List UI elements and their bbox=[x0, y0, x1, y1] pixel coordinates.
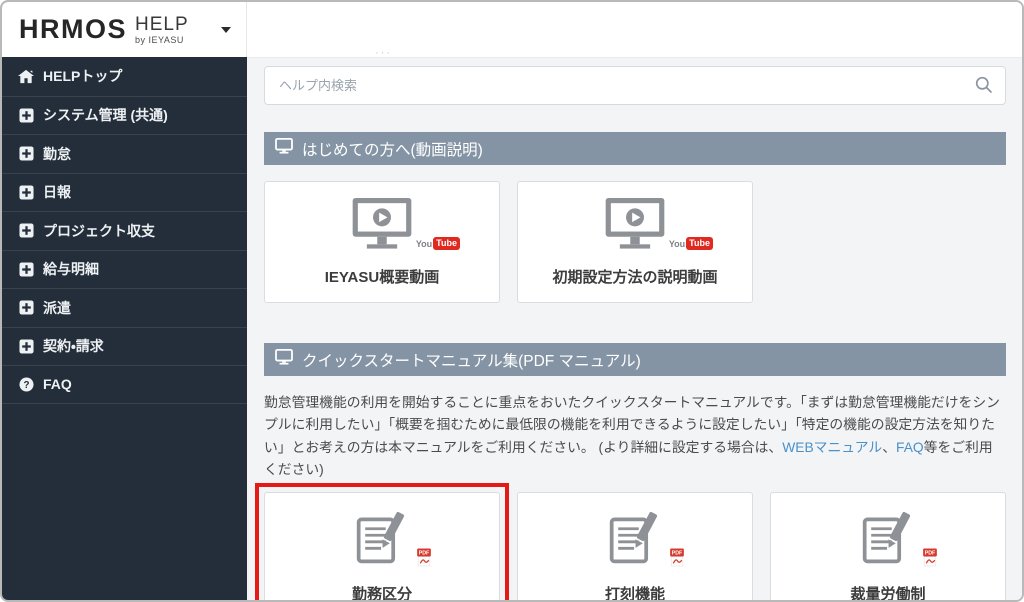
youtube-logo: You Tube bbox=[416, 237, 460, 250]
manual-card-label: 勤務区分 bbox=[351, 586, 412, 600]
manual-card-cell: PDF 勤務区分 bbox=[255, 483, 509, 600]
web-manual-link[interactable]: WEBマニュアル bbox=[782, 440, 882, 455]
faq-link[interactable]: FAQ bbox=[896, 440, 924, 455]
sidebar-item-label: 契約・請求 bbox=[43, 338, 104, 355]
video-card-grid: You Tube IEYASU概要動画 You Tube 初期設定方法の説明動画 bbox=[264, 181, 1006, 303]
manual-card-time-stamp[interactable]: PDF 打刻機能 bbox=[517, 492, 753, 600]
sidebar-item-faq[interactable]: ? FAQ bbox=[2, 365, 247, 404]
sidebar-item-label: 派遣 bbox=[43, 299, 71, 316]
youtube-logo: You Tube bbox=[669, 237, 713, 250]
sidebar-item-project-balance[interactable]: プロジェクト収支 bbox=[2, 211, 247, 250]
manual-card-cell: PDF 打刻機能 bbox=[517, 492, 753, 600]
video-card-label: 初期設定方法の説明動画 bbox=[552, 269, 718, 286]
manual-card-grid: PDF 勤務区分 PDF 打刻機能 PDF 裁量労働制 bbox=[255, 483, 1006, 600]
sidebar-item-daily-report[interactable]: 日報 bbox=[2, 172, 247, 212]
manual-description: 勤怠管理機能の利用を開始することに重点をおいたクイックスタートマニュアルです。「… bbox=[264, 392, 1006, 481]
pdf-file-icon: PDF bbox=[922, 548, 938, 572]
main-area: ··· はじめての方へ(動画説明) bbox=[247, 2, 1022, 600]
monitor-play-icon bbox=[352, 197, 412, 249]
sidebar-item-label: HELPトップ bbox=[43, 68, 123, 85]
sidebar-item-label: 日報 bbox=[43, 184, 71, 201]
sidebar-item-dispatch[interactable]: 派遣 bbox=[2, 288, 247, 327]
section-header-manuals: クイックスタートマニュアル集(PDF マニュアル) bbox=[264, 343, 1006, 376]
document-pencil-icon bbox=[609, 512, 658, 564]
section-title: クイックスタートマニュアル集(PDF マニュアル) bbox=[302, 352, 641, 370]
plus-square-icon bbox=[18, 146, 34, 162]
section-title: はじめての方へ(動画説明) bbox=[302, 141, 483, 159]
help-search-box bbox=[264, 66, 1006, 105]
description-text: 、 bbox=[882, 439, 897, 455]
document-pencil-icon bbox=[356, 512, 405, 564]
manual-card-cell: PDF 裁量労働制 bbox=[770, 492, 1006, 600]
sidebar-item-label: プロジェクト収支 bbox=[43, 222, 155, 239]
plus-square-icon bbox=[18, 338, 34, 354]
sidebar-item-label: 給与明細 bbox=[43, 261, 99, 278]
sidebar: HRMOS HELP by IEYASU HELPトップ システム管理 (共通) bbox=[2, 2, 247, 600]
monitor-play-icon bbox=[605, 197, 665, 249]
plus-square-icon bbox=[18, 300, 34, 316]
caret-down-icon bbox=[221, 27, 231, 33]
svg-text:PDF: PDF bbox=[672, 551, 683, 557]
sidebar-item-system-admin[interactable]: システム管理 (共通) bbox=[2, 95, 247, 135]
app-window: HRMOS HELP by IEYASU HELPトップ システム管理 (共通) bbox=[0, 0, 1024, 602]
svg-text:PDF: PDF bbox=[925, 551, 936, 557]
brand-byline: by IEYASU bbox=[135, 34, 184, 45]
plus-square-icon bbox=[18, 107, 34, 123]
video-card-overview[interactable]: You Tube IEYASU概要動画 bbox=[264, 181, 500, 303]
manual-card-work-category[interactable]: PDF 勤務区分 bbox=[264, 492, 500, 600]
sidebar-item-label: システム管理 (共通) bbox=[43, 107, 168, 124]
monitor-icon bbox=[275, 138, 293, 159]
search-input[interactable] bbox=[265, 67, 1005, 104]
sidebar-item-label: 勤怠 bbox=[43, 145, 71, 162]
document-pencil-icon bbox=[862, 512, 911, 564]
video-card-initial-setup[interactable]: You Tube 初期設定方法の説明動画 bbox=[517, 181, 753, 303]
home-icon bbox=[18, 68, 34, 84]
brand-name: HRMOS bbox=[19, 14, 127, 44]
svg-text:?: ? bbox=[23, 380, 29, 391]
highlight-ring: PDF 勤務区分 bbox=[255, 483, 509, 600]
sidebar-item-payslip[interactable]: 給与明細 bbox=[2, 249, 247, 289]
video-card-label: IEYASU概要動画 bbox=[324, 269, 440, 286]
pdf-file-icon: PDF bbox=[416, 548, 432, 572]
sidebar-item-label: FAQ bbox=[43, 376, 72, 393]
manual-card-label: 打刻機能 bbox=[604, 586, 665, 600]
plus-square-icon bbox=[18, 184, 34, 200]
search-icon[interactable] bbox=[975, 76, 993, 99]
monitor-icon bbox=[275, 349, 293, 370]
section-header-videos: はじめての方へ(動画説明) bbox=[264, 132, 1006, 165]
svg-text:PDF: PDF bbox=[419, 551, 430, 557]
topbar: ··· bbox=[247, 2, 1022, 58]
pdf-file-icon: PDF bbox=[669, 548, 685, 572]
manual-card-label: 裁量労働制 bbox=[850, 586, 926, 600]
sidebar-nav: HELPトップ システム管理 (共通) 勤怠 日報 プロジェクト収支 給与明細 … bbox=[2, 57, 247, 404]
clipped-scroll-text: ··· bbox=[375, 52, 392, 57]
manual-card-discretionary-labor[interactable]: PDF 裁量労働制 bbox=[770, 492, 1006, 600]
sidebar-item-contract-billing[interactable]: 契約・請求 bbox=[2, 326, 247, 366]
question-circle-icon: ? bbox=[18, 376, 34, 392]
sidebar-item-attendance[interactable]: 勤怠 bbox=[2, 134, 247, 173]
plus-square-icon bbox=[18, 261, 34, 277]
sidebar-item-help-top[interactable]: HELPトップ bbox=[2, 57, 247, 96]
brand-logo-dropdown[interactable]: HRMOS HELP by IEYASU bbox=[2, 2, 247, 57]
plus-square-icon bbox=[18, 223, 34, 239]
brand-product: HELP bbox=[135, 13, 189, 35]
content-area: はじめての方へ(動画説明) You Tube IEYASU概要動画 bbox=[247, 58, 1022, 600]
